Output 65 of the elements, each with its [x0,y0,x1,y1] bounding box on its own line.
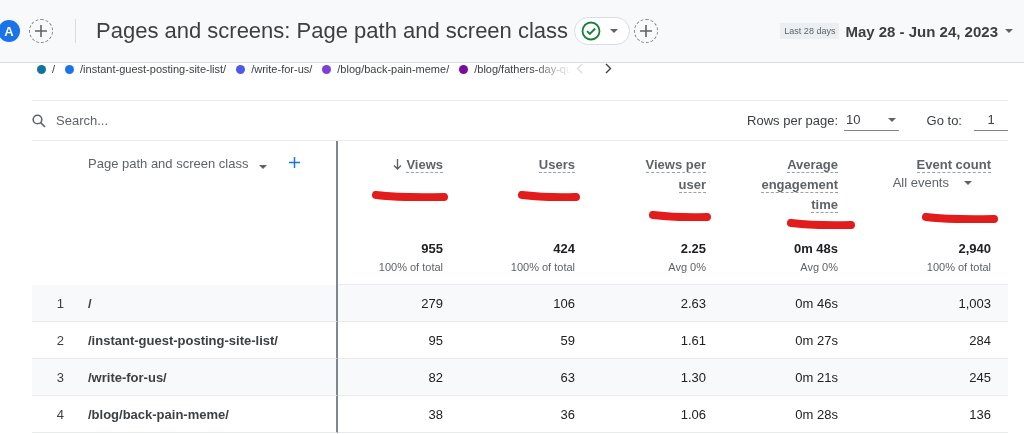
page-path-cell: /instant-guest-posting-site-list/ [88,332,278,348]
table-cell: 82 [428,369,443,385]
account-avatar[interactable]: A [0,20,20,42]
event-filter-dropdown[interactable]: All events [892,175,973,190]
caret-icon [1004,28,1014,34]
table-cell: 1.30 [680,369,706,385]
table-cell: 279 [421,295,443,311]
table-cell: 0m 21s [795,369,838,385]
total-value: 2.25 [679,240,706,258]
table-cell: 284 [969,332,991,348]
table-cell: 63 [560,369,575,385]
table-cell: 36 [560,406,575,422]
total-note: Avg 0% [667,260,706,275]
table-cell: 38 [428,406,443,422]
caret-icon [886,116,897,123]
page-path-cell: /blog/back-pain-meme/ [88,406,229,422]
row-number: 2 [55,332,64,348]
table-cell: 95 [428,332,443,348]
report-title: Pages and screens: Page path and screen class [96,18,569,44]
page-path-cell: /write-for-us/ [88,369,167,385]
table-cell: 0m 46s [795,295,838,311]
legend-label: /write-for-us/ [251,63,313,75]
rows-per-page-label: Rows per page: [747,113,839,128]
total-value: 424 [552,240,575,258]
column-header[interactable]: Views [393,155,443,175]
total-value: 955 [420,240,443,258]
row-number: 4 [55,406,64,422]
search-icon [32,113,46,128]
total-value: 2,940 [957,240,991,258]
table-cell: 245 [969,369,991,385]
legend-label: / [52,63,56,75]
column-header[interactable]: Users [538,155,575,175]
total-note: 100% of total [925,260,991,275]
status-dropdown[interactable] [574,17,631,45]
column-header[interactable]: Average engagement time [752,155,838,215]
table-cell: 2.63 [680,295,706,311]
row-number: 3 [55,369,64,385]
column-header[interactable]: Views per user [620,155,706,195]
arrow-down-icon [393,159,403,170]
total-value: 0m 48s [792,240,838,258]
table-cell: 59 [560,332,575,348]
table-cell: 1.06 [680,406,706,422]
dimension-caret-icon [258,164,269,170]
column-header[interactable]: Event count [916,155,991,175]
page-path-cell: / [88,295,92,311]
date-range-picker[interactable]: May 28 - Jun 24, 2023 [839,22,1014,40]
total-note: 100% of total [377,260,443,275]
range-chip: Last 28 days [780,23,840,39]
row-number: 1 [55,295,64,311]
total-note: Avg 0% [799,260,838,275]
table-cell: 1,003 [958,295,991,311]
table-cell: 106 [553,295,575,311]
caret-icon [963,179,973,186]
legend-label: /instant-guest-posting-site-list/ [80,63,227,75]
go-to-label: Go to: [926,113,962,128]
table-cell: 136 [969,406,991,422]
chevron-right-icon [605,63,613,74]
table-cell: 1.61 [680,332,706,348]
dimension-header: Page path and screen class [88,156,249,171]
table-cell: 0m 27s [795,332,838,348]
table-cell: 0m 28s [795,406,838,422]
total-note: 100% of total [509,260,575,275]
legend-label: /blog/back-pain-meme/ [337,63,450,75]
rows-per-page-select[interactable]: 10 [844,110,899,131]
caret-icon [609,28,620,34]
